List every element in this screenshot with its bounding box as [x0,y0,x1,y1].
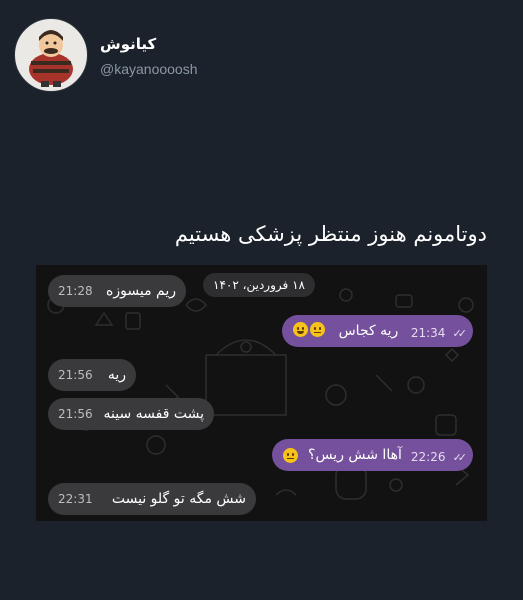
tweet-text: دوتامونم هنوز منتظر پزشکی هستیم [174,222,487,246]
message-time: 21:56 [58,407,93,421]
message-time: 22:26 [410,449,446,464]
message-text: ریه [107,367,126,383]
message-bubble-outgoing[interactable]: آهاا شش ریس؟ 22:26 ✓✓ [272,439,473,471]
message-time: 21:34 [410,325,446,340]
chat-screenshot: ۱۸ فروردین، ۱۴۰۲ 21:28 ریم میسوزه ریه کج… [36,265,487,521]
message-text: ریه کجاس [338,323,399,339]
cartoon-character-icon [29,30,73,87]
message-text: آهاا شش ریس؟ [308,447,402,463]
message-bubble-incoming[interactable]: 21:56 ریه [48,359,136,391]
message-bubble-incoming[interactable]: 22:31 شش مگه تو گلو نیست [48,483,256,515]
message-time: 21:28 [58,284,93,298]
message-text: شش مگه تو گلو نیست [111,491,246,507]
message-bubble-incoming[interactable]: 21:56 پشت قفسه سینه [48,398,214,430]
neutral-face-icon [283,447,298,463]
message-text: ریم میسوزه [106,283,176,299]
date-separator: ۱۸ فروردین، ۱۴۰۲ [203,273,315,297]
tweet-author[interactable]: کیانوش @kayanoooosh [14,18,198,92]
display-name[interactable]: کیانوش [100,35,198,53]
message-time: 22:31 [58,492,93,506]
message-bubble-outgoing[interactable]: ریه کجاس 21:34 ✓✓ [282,315,473,347]
neutral-face-icon [310,321,325,337]
avatar[interactable] [14,18,88,92]
message-bubble-incoming[interactable]: 21:28 ریم میسوزه [48,275,186,307]
emoji-group [292,321,326,341]
message-text: پشت قفسه سینه [103,406,205,422]
laughing-face-icon [293,321,308,337]
message-time: 21:56 [58,368,93,382]
double-check-icon: ✓✓ [452,326,468,340]
user-handle[interactable]: @kayanoooosh [100,61,198,77]
double-check-icon: ✓✓ [452,450,468,464]
